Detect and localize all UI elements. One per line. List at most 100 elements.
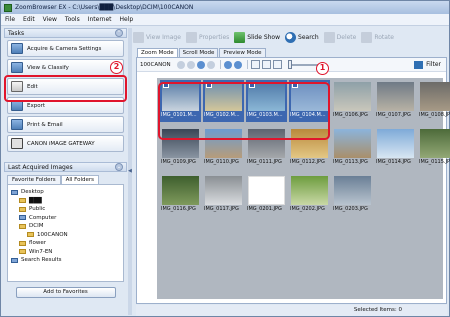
expand-icon[interactable]: ⌄ bbox=[115, 163, 123, 171]
thumbnail-image bbox=[205, 176, 242, 205]
image-thumbnail[interactable]: IMG_0106.JPG bbox=[332, 80, 373, 122]
task-print-email[interactable]: Print & Email bbox=[7, 116, 124, 133]
zoom-out-icon[interactable] bbox=[272, 60, 282, 69]
folder-icon bbox=[19, 223, 26, 229]
thumbnail-caption: IMG_0109.JPG bbox=[161, 159, 196, 165]
image-thumbnail[interactable]: IMG_0201.JPG bbox=[246, 174, 287, 216]
edit-highlight bbox=[4, 75, 127, 102]
window-title: ZoomBrowser EX - C:\Users\███\Desktop\DC… bbox=[15, 4, 194, 11]
filter-button[interactable]: Filter bbox=[414, 60, 441, 69]
menu-edit[interactable]: Edit bbox=[23, 16, 35, 23]
properties-label: Properties bbox=[198, 33, 230, 41]
image-thumbnail[interactable]: IMG_0116.JPG bbox=[160, 174, 201, 216]
tab-scroll-mode[interactable]: Scroll Mode bbox=[178, 48, 219, 57]
tree-item-100canon[interactable]: 100CANON bbox=[11, 231, 120, 240]
image-thumbnail[interactable]: IMG_0107.JPG bbox=[375, 80, 416, 122]
filter-icon bbox=[414, 60, 424, 69]
menu-tools[interactable]: Tools bbox=[65, 16, 80, 23]
tree-label: ███ bbox=[29, 197, 42, 204]
folder-icon bbox=[19, 198, 26, 204]
tab-all-folders[interactable]: All Folders bbox=[60, 175, 100, 184]
tree-item-flower[interactable]: flower bbox=[11, 239, 120, 248]
last-acquired-header[interactable]: Last Acquired Images ⌄ bbox=[4, 162, 127, 172]
thumbnail-caption: IMG_0202.JPG bbox=[290, 206, 325, 212]
thumbnail-image bbox=[334, 176, 371, 205]
search-results-icon bbox=[11, 257, 18, 263]
app-icon bbox=[4, 3, 12, 12]
pane-splitter[interactable]: ◀ bbox=[128, 28, 132, 315]
task-label: CANON iMAGE GATEWAY bbox=[27, 140, 95, 147]
tree-item-desktop[interactable]: Desktop bbox=[11, 188, 120, 197]
menu-view[interactable]: View bbox=[43, 16, 57, 23]
image-thumbnail[interactable]: IMG_0114.JPG bbox=[375, 127, 416, 169]
thumbnail-caption: IMG_0110.JPG bbox=[204, 159, 239, 165]
separator bbox=[219, 60, 221, 69]
splitter-arrow-icon[interactable]: ◀ bbox=[128, 168, 132, 174]
image-thumbnail[interactable]: IMG_0202.JPG bbox=[289, 174, 330, 216]
tab-zoom-mode[interactable]: Zoom Mode bbox=[137, 48, 178, 57]
image-thumbnail[interactable]: IMG_0108.JPG bbox=[418, 80, 450, 122]
view-classify-icon bbox=[11, 62, 23, 73]
task-label: Export bbox=[27, 102, 46, 109]
tasks-header: Tasks ⌃ bbox=[4, 28, 127, 38]
image-thumbnail[interactable]: IMG_0115.JPG bbox=[418, 127, 450, 169]
rotate-button[interactable]: Rotate bbox=[361, 31, 394, 43]
add-to-favorites-button[interactable]: Add to Favorites bbox=[15, 287, 116, 298]
refresh-icon[interactable] bbox=[206, 60, 215, 69]
info-icon[interactable] bbox=[233, 60, 242, 69]
desktop-icon bbox=[11, 189, 18, 195]
tree-item-dcim[interactable]: DCIM bbox=[11, 222, 120, 231]
image-thumbnail[interactable]: IMG_0117.JPG bbox=[203, 174, 244, 216]
separator bbox=[246, 60, 248, 69]
menu-file[interactable]: File bbox=[5, 16, 15, 23]
search-button[interactable]: Search bbox=[285, 31, 319, 43]
tab-preview-mode[interactable]: Preview Mode bbox=[219, 48, 266, 57]
tree-label: Search Results bbox=[21, 257, 62, 264]
tasks-header-label: Tasks bbox=[8, 29, 25, 37]
menu-internet[interactable]: Internet bbox=[88, 16, 112, 23]
tree-item-user[interactable]: ███ bbox=[11, 197, 120, 206]
slide-show-button[interactable]: Slide Show bbox=[234, 31, 280, 43]
image-thumbnail[interactable]: IMG_0113.JPG bbox=[332, 127, 373, 169]
select-tool-icon[interactable] bbox=[250, 60, 260, 69]
camera-icon bbox=[11, 43, 23, 54]
trash-icon bbox=[323, 31, 335, 43]
back-icon[interactable] bbox=[176, 60, 185, 69]
slide-show-icon bbox=[234, 31, 246, 43]
thumbnail-image bbox=[162, 176, 199, 205]
properties-button[interactable]: Properties bbox=[185, 31, 230, 43]
menu-help[interactable]: Help bbox=[120, 16, 134, 23]
forward-icon[interactable] bbox=[186, 60, 195, 69]
task-view-classify[interactable]: View & Classify bbox=[7, 59, 124, 76]
gateway-icon bbox=[11, 138, 23, 149]
view-image-button[interactable]: View Image bbox=[133, 31, 181, 43]
tree-item-computer[interactable]: Computer bbox=[11, 214, 120, 223]
computer-icon bbox=[19, 215, 26, 221]
thumbnail-image bbox=[291, 176, 328, 205]
tree-item-win7[interactable]: Win7-EN bbox=[11, 248, 120, 257]
printer-icon bbox=[11, 119, 23, 130]
folder-tabs: Favorite Folders All Folders bbox=[7, 175, 124, 184]
callout-2: 2 bbox=[110, 61, 123, 74]
task-acquire[interactable]: Acquire & Camera Settings bbox=[7, 40, 124, 57]
collapse-tasks-icon[interactable]: ⌃ bbox=[115, 29, 123, 37]
zoom-in-icon[interactable] bbox=[261, 60, 271, 69]
tree-item-public[interactable]: Public bbox=[11, 205, 120, 214]
delete-button[interactable]: Delete bbox=[323, 31, 356, 43]
tree-label: Public bbox=[29, 206, 46, 213]
image-thumbnail[interactable]: IMG_0203.JPG bbox=[332, 174, 373, 216]
display-options-icon[interactable] bbox=[223, 60, 232, 69]
tab-favorite-folders[interactable]: Favorite Folders bbox=[7, 175, 61, 184]
view-image-label: View Image bbox=[146, 33, 181, 41]
folder-icon bbox=[19, 249, 26, 255]
status-bar: Selected Items: 0 bbox=[136, 305, 447, 316]
rotate-icon bbox=[361, 31, 373, 43]
folder-icon bbox=[19, 240, 26, 246]
thumbnail-caption: IMG_0107.JPG bbox=[376, 112, 411, 118]
last-acquired-label: Last Acquired Images bbox=[8, 163, 73, 171]
slider-knob[interactable] bbox=[287, 59, 292, 69]
thumbnail-caption: IMG_0116.JPG bbox=[161, 206, 196, 212]
up-folder-icon[interactable] bbox=[196, 60, 205, 69]
task-image-gateway[interactable]: CANON iMAGE GATEWAY bbox=[7, 135, 124, 152]
tree-item-search-results[interactable]: Search Results bbox=[11, 256, 120, 265]
